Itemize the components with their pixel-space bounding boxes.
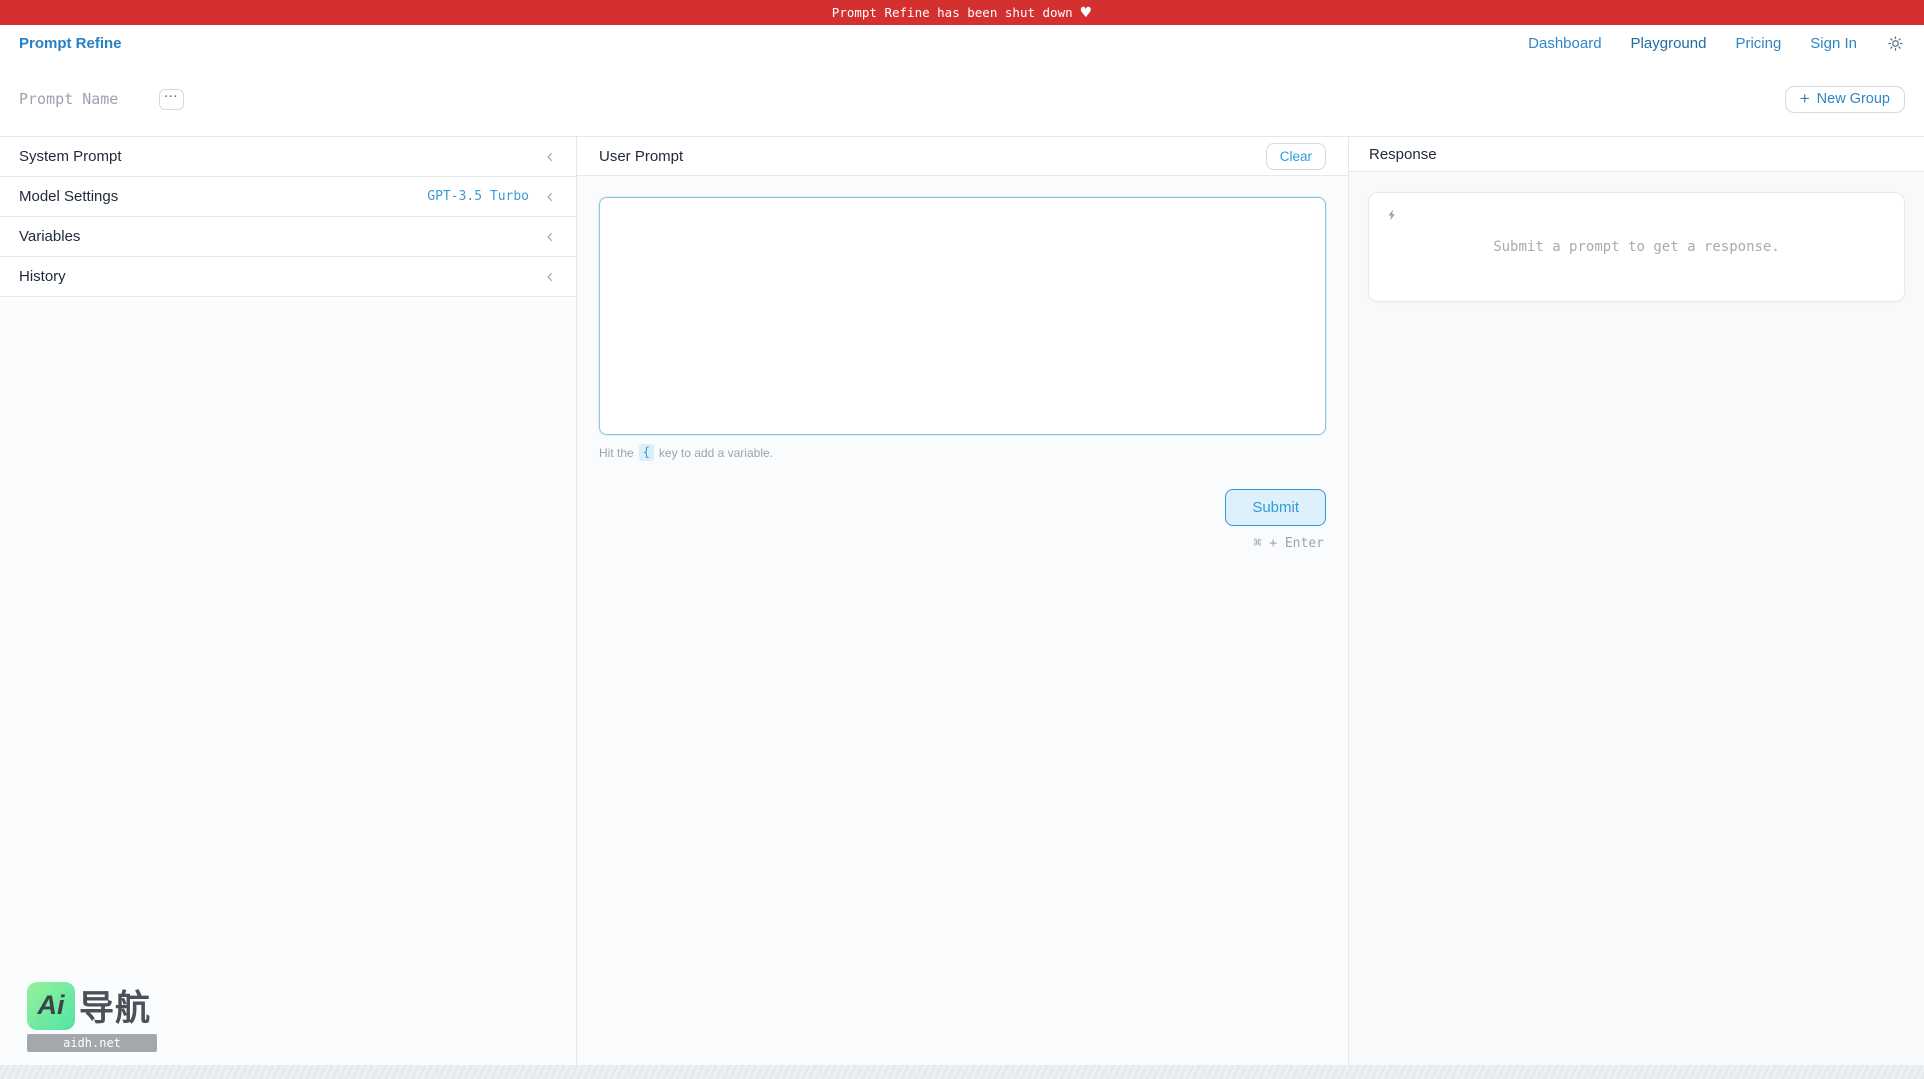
nav-dashboard[interactable]: Dashboard: [1528, 35, 1601, 52]
app-logo[interactable]: Prompt Refine: [19, 35, 122, 52]
response-placeholder-text: Submit a prompt to get a response.: [1493, 239, 1780, 255]
new-group-label: New Group: [1816, 91, 1890, 107]
user-prompt-title: User Prompt: [599, 147, 684, 165]
app-root: Prompt Refine has been shut down ♥ Promp…: [0, 0, 1924, 1079]
response-card: Submit a prompt to get a response.: [1368, 192, 1905, 302]
prompt-toolbar: ··· + New Group: [0, 62, 1924, 136]
shutdown-banner-text: Prompt Refine has been shut down: [831, 5, 1073, 20]
brace-key-badge: {: [638, 444, 654, 461]
user-prompt-textarea[interactable]: [599, 197, 1326, 435]
theme-toggle-button[interactable]: [1886, 34, 1905, 53]
top-navbar: Prompt Refine Dashboard Playground Prici…: [0, 25, 1924, 62]
chevron-left-icon: [543, 270, 557, 284]
user-prompt-panel: User Prompt Clear Hit the { key to add a…: [577, 137, 1349, 1065]
sidebar-item-model-settings[interactable]: Model Settings GPT-3.5 Turbo: [0, 177, 576, 217]
sidebar-item-label: Variables: [19, 228, 81, 245]
response-body: Submit a prompt to get a response.: [1349, 172, 1924, 322]
sidebar-item-history[interactable]: History: [0, 257, 576, 297]
sidebar-item-label: History: [19, 268, 66, 285]
aidh-watermark: Ai 导航 aidh.net: [27, 980, 157, 1052]
response-header: Response: [1349, 137, 1924, 172]
chevron-left-icon: [543, 230, 557, 244]
variable-hint: Hit the { key to add a variable.: [599, 444, 1326, 461]
horizontal-scrollbar[interactable]: [0, 1065, 1924, 1079]
ellipsis-icon: ···: [164, 91, 179, 103]
submit-button[interactable]: Submit: [1225, 489, 1326, 526]
clear-button[interactable]: Clear: [1265, 142, 1326, 170]
aidh-domain-bar: aidh.net: [27, 1034, 157, 1052]
model-name-value: GPT-3.5 Turbo: [427, 189, 529, 204]
sidebar-item-label: System Prompt: [19, 148, 122, 165]
user-prompt-body: Hit the { key to add a variable. Submit …: [577, 176, 1348, 572]
aidh-logo-badge: Ai: [27, 981, 75, 1030]
settings-sidebar: System Prompt Model Settings GPT-3.5 Tur…: [0, 137, 577, 1065]
hint-prefix: Hit the: [599, 445, 634, 460]
new-group-button[interactable]: + New Group: [1784, 85, 1905, 113]
main-nav: Dashboard Playground Pricing Sign In: [1528, 34, 1905, 53]
sun-icon: [1888, 36, 1903, 51]
aidh-domain-text: aidh.net: [63, 1036, 121, 1050]
shutdown-banner: Prompt Refine has been shut down ♥: [0, 0, 1924, 25]
nav-playground[interactable]: Playground: [1631, 35, 1707, 52]
response-panel: Response Submit a prompt to get a respon…: [1349, 137, 1924, 1065]
content-area: System Prompt Model Settings GPT-3.5 Tur…: [0, 136, 1924, 1065]
sidebar-item-label: Model Settings: [19, 188, 119, 205]
submit-shortcut: ⌘ + Enter: [1253, 536, 1324, 551]
user-prompt-header: User Prompt Clear: [577, 137, 1348, 176]
sidebar-item-variables[interactable]: Variables: [0, 217, 576, 257]
response-title: Response: [1369, 145, 1437, 163]
sidebar-item-system-prompt[interactable]: System Prompt: [0, 137, 576, 177]
lightning-bolt-icon: [1386, 208, 1399, 222]
heart-icon: ♥: [1079, 4, 1093, 21]
plus-icon: +: [1799, 89, 1810, 108]
chevron-left-icon: [543, 190, 557, 204]
chevron-left-icon: [543, 150, 557, 164]
aidh-logo-title: 导航: [79, 989, 152, 1028]
prompt-name-input[interactable]: [19, 90, 149, 108]
nav-pricing[interactable]: Pricing: [1735, 35, 1781, 52]
more-options-button[interactable]: ···: [159, 88, 184, 110]
nav-signin[interactable]: Sign In: [1810, 35, 1857, 52]
hint-suffix: key to add a variable.: [658, 445, 773, 460]
